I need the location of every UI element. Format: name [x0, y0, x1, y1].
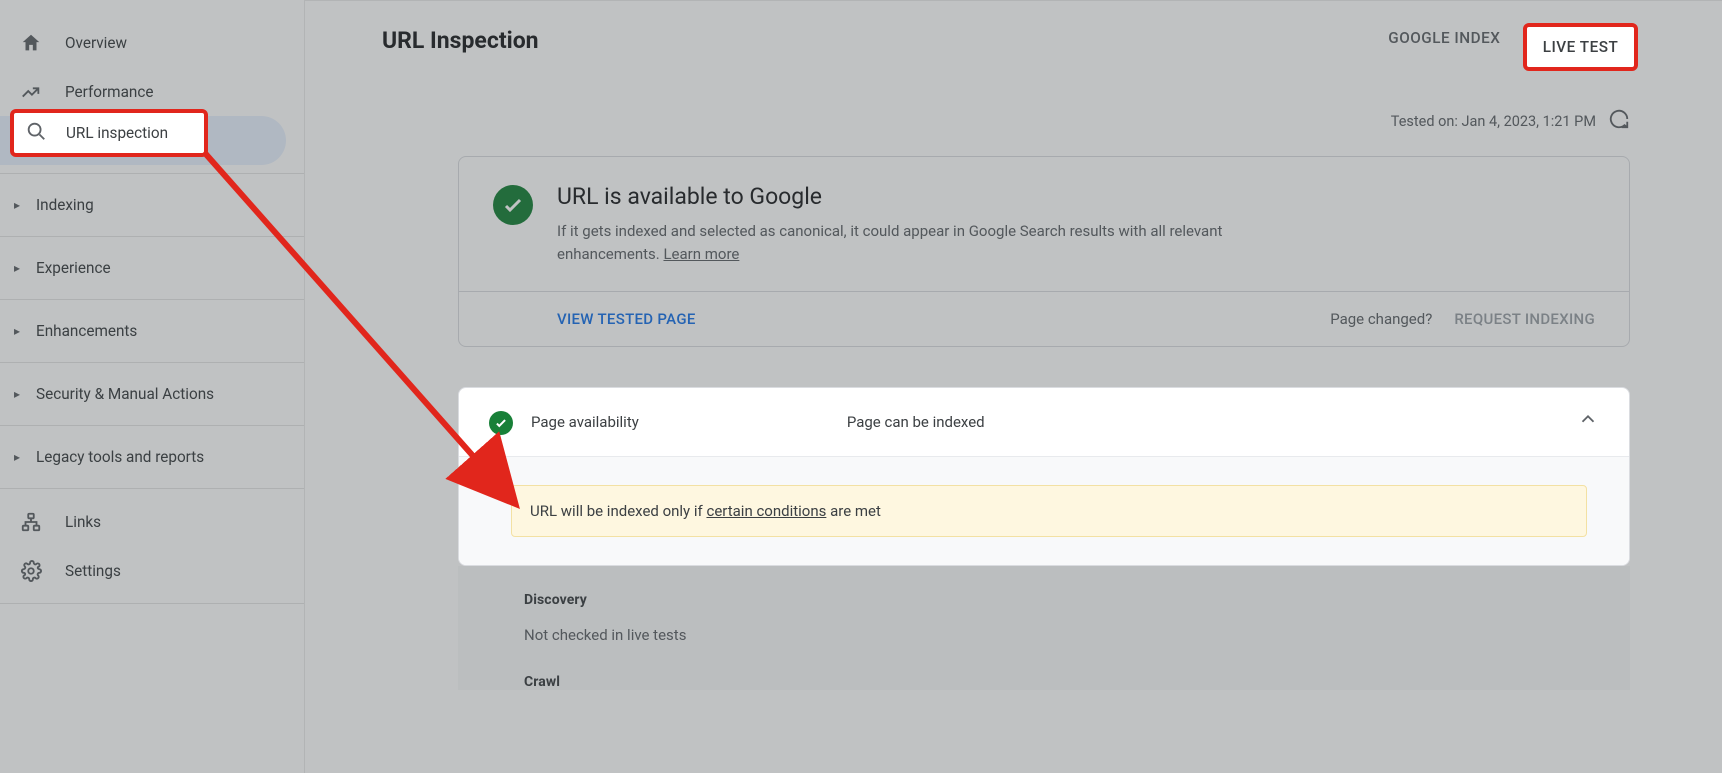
divider [0, 425, 304, 426]
sidebar-group-legacy[interactable]: ▸ Legacy tools and reports [0, 434, 304, 480]
index-conditions-notice: URL will be indexed only if certain cond… [511, 485, 1587, 537]
status-card: URL is available to Google If it gets in… [458, 156, 1630, 347]
divider [0, 236, 304, 237]
status-title: URL is available to Google [557, 183, 1277, 210]
sidebar-group-label: Indexing [36, 196, 94, 214]
availability-section-label: Page availability [531, 413, 639, 431]
refresh-button[interactable] [1608, 108, 1630, 134]
highlight-url-inspection: URL inspection [10, 109, 208, 157]
sidebar-group-security[interactable]: ▸ Security & Manual Actions [0, 371, 304, 417]
caret-right-icon: ▸ [14, 387, 24, 401]
sidebar-group-experience[interactable]: ▸ Experience [0, 245, 304, 291]
sidebar-item-label: Settings [65, 562, 121, 580]
status-actions: VIEW TESTED PAGE Page changed? REQUEST I… [459, 292, 1629, 346]
view-tested-page-button[interactable]: VIEW TESTED PAGE [557, 310, 696, 328]
chevron-up-icon [1577, 408, 1599, 436]
caret-right-icon: ▸ [14, 324, 24, 338]
sidebar-item-label: Performance [65, 83, 154, 101]
discovery-heading: Discovery [524, 592, 1630, 608]
learn-more-link[interactable]: Learn more [663, 245, 739, 263]
search-icon [25, 120, 47, 146]
main-content: URL Inspection GOOGLE INDEX LIVE TEST Te… [305, 0, 1722, 773]
highlight-label: LIVE TEST [1543, 38, 1619, 56]
divider [0, 299, 304, 300]
gear-icon [19, 560, 43, 582]
check-icon [489, 411, 513, 435]
tab-google-index[interactable]: GOOGLE INDEX [1388, 29, 1500, 53]
availability-state: Page can be indexed [847, 413, 1559, 431]
check-icon [493, 185, 533, 225]
availability-card: Page availability Page can be indexed UR… [458, 387, 1630, 566]
highlight-label: URL inspection [66, 124, 168, 142]
sidebar-item-links[interactable]: Links [0, 497, 304, 546]
trend-icon [19, 81, 43, 103]
page-changed-label: Page changed? [1330, 310, 1432, 328]
sidebar-item-label: Links [65, 513, 101, 531]
status-description: If it gets indexed and selected as canon… [557, 220, 1277, 267]
sidebar-group-indexing[interactable]: ▸ Indexing [0, 182, 304, 228]
header: URL Inspection GOOGLE INDEX LIVE TEST [305, 0, 1722, 78]
availability-row[interactable]: Page availability Page can be indexed [459, 388, 1629, 457]
highlight-live-test: LIVE TEST [1523, 23, 1638, 71]
caret-right-icon: ▸ [14, 261, 24, 275]
caret-right-icon: ▸ [14, 198, 24, 212]
discovery-value: Not checked in live tests [524, 626, 1630, 644]
sitemap-icon [19, 511, 43, 533]
details-section: Discovery Not checked in live tests Craw… [458, 566, 1630, 690]
sidebar-group-label: Security & Manual Actions [36, 385, 214, 403]
certain-conditions-link[interactable]: certain conditions [706, 502, 826, 520]
crawl-heading: Crawl [524, 674, 1630, 690]
divider [0, 603, 304, 604]
sidebar-group-label: Enhancements [36, 322, 137, 340]
tested-on-label: Tested on: Jan 4, 2023, 1:21 PM [1391, 113, 1596, 130]
home-icon [19, 32, 43, 54]
request-indexing-button[interactable]: REQUEST INDEXING [1454, 310, 1595, 328]
sidebar-group-label: Legacy tools and reports [36, 448, 204, 466]
tested-on-row: Tested on: Jan 4, 2023, 1:21 PM [305, 78, 1722, 150]
divider [0, 488, 304, 489]
caret-right-icon: ▸ [14, 450, 24, 464]
sidebar-item-overview[interactable]: Overview [0, 18, 304, 67]
sidebar-group-label: Experience [36, 259, 111, 277]
notice-area: URL will be indexed only if certain cond… [459, 457, 1629, 565]
sidebar-item-label: Overview [65, 34, 127, 52]
sidebar-item-settings[interactable]: Settings [0, 546, 304, 595]
divider [0, 362, 304, 363]
divider [0, 173, 304, 174]
page-title: URL Inspection [382, 27, 539, 54]
sidebar-group-enhancements[interactable]: ▸ Enhancements [0, 308, 304, 354]
status-summary: URL is available to Google If it gets in… [459, 157, 1629, 292]
